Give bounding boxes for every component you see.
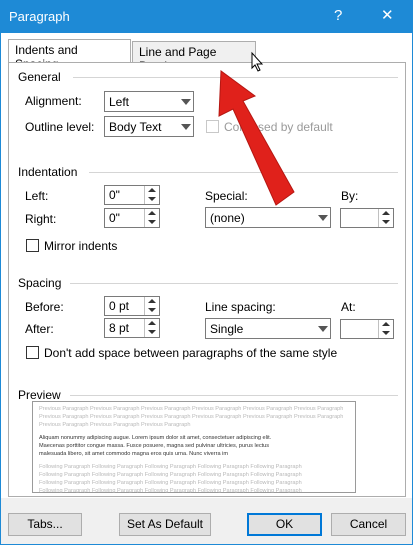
annotation-overlay bbox=[218, 51, 295, 206]
paragraph-dialog: Paragraph ? ✕ Indents and Spacing Line a… bbox=[0, 0, 413, 545]
red-arrow-icon bbox=[218, 70, 295, 206]
mouse-pointer-icon bbox=[251, 51, 264, 72]
